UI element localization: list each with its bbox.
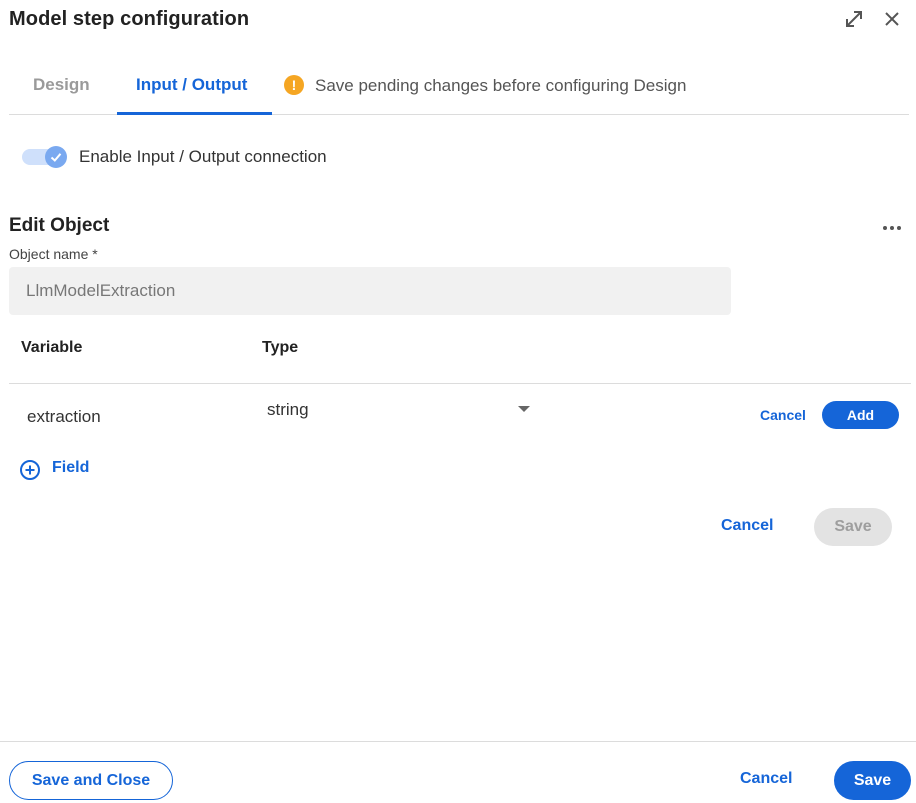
warning-message: Save pending changes before configuring … xyxy=(315,76,687,95)
object-name-input[interactable] xyxy=(9,267,731,315)
caret-down-icon xyxy=(518,406,530,412)
object-name-label: Object name * xyxy=(9,246,98,262)
toggle-label: Enable Input / Output connection xyxy=(79,147,327,166)
more-horizontal-icon[interactable] xyxy=(880,216,904,240)
save-and-close-button[interactable]: Save and Close xyxy=(9,761,173,800)
row-cancel-button[interactable]: Cancel xyxy=(760,407,806,423)
footer-save-button[interactable]: Save xyxy=(834,761,911,800)
header-divider xyxy=(9,383,911,384)
type-dropdown-value: string xyxy=(267,400,309,419)
object-save-button[interactable]: Save xyxy=(814,508,892,546)
type-dropdown[interactable]: string xyxy=(255,392,540,426)
tab-input-output[interactable]: Input / Output xyxy=(136,75,247,95)
row-add-button[interactable]: Add xyxy=(822,401,899,429)
object-cancel-button[interactable]: Cancel xyxy=(721,517,773,535)
tab-design[interactable]: Design xyxy=(33,75,90,95)
close-icon[interactable] xyxy=(879,6,905,32)
io-connection-toggle[interactable] xyxy=(22,146,67,168)
footer-cancel-button[interactable]: Cancel xyxy=(740,770,792,788)
footer-divider xyxy=(0,741,916,742)
column-header-variable: Variable xyxy=(21,339,83,356)
add-field-label: Field xyxy=(52,459,90,476)
variable-name: extraction xyxy=(27,407,101,426)
expand-icon[interactable] xyxy=(841,6,867,32)
warning-icon: ! xyxy=(284,75,304,95)
toggle-knob xyxy=(45,146,67,168)
column-header-type: Type xyxy=(262,339,299,356)
edit-object-title: Edit Object xyxy=(9,215,110,236)
add-circle-icon xyxy=(20,460,40,480)
tab-bar: Design Input / Output ! Save pending cha… xyxy=(9,58,909,115)
checkmark-icon xyxy=(50,153,62,162)
dialog-title: Model step configuration xyxy=(9,8,250,30)
active-tab-indicator xyxy=(117,112,272,115)
